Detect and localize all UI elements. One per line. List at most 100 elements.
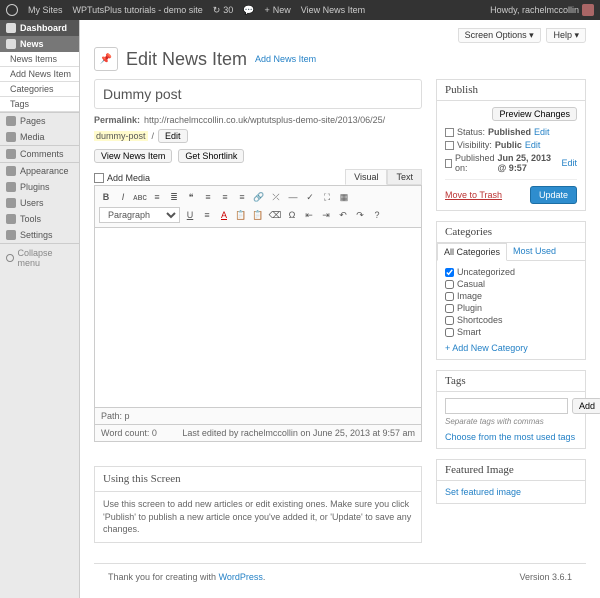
- align-left-icon[interactable]: ≡: [201, 190, 215, 204]
- fullscreen-icon[interactable]: ⛶: [320, 190, 334, 204]
- bold-icon[interactable]: B: [99, 190, 113, 204]
- sidebar-media[interactable]: Media: [0, 129, 79, 145]
- calendar-icon: [445, 159, 452, 168]
- comments-bubble[interactable]: 💬: [243, 5, 254, 16]
- charmap-icon[interactable]: Ω: [285, 208, 299, 222]
- category-item[interactable]: Shortcodes: [445, 315, 577, 325]
- category-checkbox[interactable]: [445, 304, 454, 313]
- howdy[interactable]: Howdy, rachelmccollin: [490, 4, 594, 16]
- sidebar-sub-categories[interactable]: Categories: [0, 82, 79, 97]
- category-checkbox[interactable]: [445, 268, 454, 277]
- undo-icon[interactable]: ↶: [336, 208, 350, 222]
- align-center-icon[interactable]: ≡: [218, 190, 232, 204]
- tag-input[interactable]: [445, 398, 568, 414]
- number-list-icon[interactable]: ≣: [167, 190, 181, 204]
- tags-box: Tags Add Separate tags with commas Choos…: [436, 370, 586, 449]
- format-select[interactable]: Paragraph: [99, 207, 180, 223]
- editor-body[interactable]: [94, 228, 422, 408]
- site-name[interactable]: WPTutsPlus tutorials - demo site: [73, 5, 203, 15]
- redo-icon[interactable]: ↷: [353, 208, 367, 222]
- preview-button[interactable]: Preview Changes: [492, 107, 577, 121]
- category-item[interactable]: Uncategorized: [445, 267, 577, 277]
- add-category-link[interactable]: + Add New Category: [445, 343, 577, 353]
- category-item[interactable]: Plugin: [445, 303, 577, 313]
- footer-wp-link[interactable]: WordPress: [219, 572, 263, 582]
- sidebar-news[interactable]: News: [0, 36, 79, 52]
- help-icon[interactable]: ?: [370, 208, 384, 222]
- add-new-link[interactable]: Add News Item: [255, 54, 316, 64]
- underline-icon[interactable]: U: [183, 208, 197, 222]
- set-featured-link[interactable]: Set featured image: [445, 487, 521, 497]
- category-checkbox[interactable]: [445, 328, 454, 337]
- edit-visibility-link[interactable]: Edit: [525, 140, 541, 150]
- clear-format-icon[interactable]: ⌫: [268, 208, 282, 222]
- featured-title[interactable]: Featured Image: [437, 460, 585, 480]
- link-icon[interactable]: 🔗: [252, 190, 266, 204]
- category-item[interactable]: Image: [445, 291, 577, 301]
- quote-icon[interactable]: ❝: [184, 190, 198, 204]
- sidebar-sub-add-news[interactable]: Add News Item: [0, 67, 79, 82]
- tags-title[interactable]: Tags: [437, 371, 585, 391]
- update-button[interactable]: Update: [530, 186, 577, 204]
- paste-text-icon[interactable]: 📋: [234, 208, 248, 222]
- sidebar-appearance[interactable]: Appearance: [0, 163, 79, 179]
- edit-slug-button[interactable]: Edit: [158, 129, 188, 143]
- unlink-icon[interactable]: ⤫: [269, 190, 283, 204]
- bullet-list-icon[interactable]: ≡: [150, 190, 164, 204]
- choose-tags-link[interactable]: Choose from the most used tags: [445, 432, 577, 442]
- more-icon[interactable]: —: [286, 190, 300, 204]
- sidebar-comments[interactable]: Comments: [0, 146, 79, 162]
- sidebar-users[interactable]: Users: [0, 195, 79, 211]
- sidebar-pages[interactable]: Pages: [0, 113, 79, 129]
- category-checkbox[interactable]: [445, 280, 454, 289]
- category-checkbox[interactable]: [445, 316, 454, 325]
- justify-icon[interactable]: ≡: [200, 208, 214, 222]
- collapse-menu[interactable]: Collapse menu: [0, 244, 79, 272]
- updates[interactable]: ↻ 30: [213, 5, 234, 16]
- kitchensink-icon[interactable]: ▦: [337, 190, 351, 204]
- help-tab[interactable]: Help ▾: [546, 28, 586, 43]
- editor-tab-visual[interactable]: Visual: [345, 169, 387, 185]
- edit-status-link[interactable]: Edit: [534, 127, 550, 137]
- sidebar-settings-label: Settings: [20, 230, 53, 240]
- my-sites[interactable]: My Sites: [28, 5, 63, 15]
- sidebar-sub-news-items[interactable]: News Items: [0, 52, 79, 67]
- publish-title[interactable]: Publish: [437, 80, 585, 100]
- category-item[interactable]: Smart: [445, 327, 577, 337]
- wp-menu[interactable]: [6, 4, 18, 16]
- add-tag-button[interactable]: Add: [572, 398, 600, 414]
- paste-word-icon[interactable]: 📋: [251, 208, 265, 222]
- permalink-slug[interactable]: dummy-post: [94, 131, 148, 141]
- italic-icon[interactable]: I: [116, 190, 130, 204]
- category-checkbox[interactable]: [445, 292, 454, 301]
- add-media-button[interactable]: Add Media: [94, 171, 150, 185]
- view-item-button[interactable]: View News Item: [94, 149, 172, 163]
- sidebar-tools[interactable]: Tools: [0, 211, 79, 227]
- help-box: Using this Screen Use this screen to add…: [94, 466, 422, 543]
- indent-icon[interactable]: ⇥: [319, 208, 333, 222]
- cat-tab-all[interactable]: All Categories: [437, 243, 507, 261]
- strike-icon[interactable]: ᴀʙᴄ: [133, 190, 147, 204]
- screen-options-tab[interactable]: Screen Options ▾: [458, 28, 541, 43]
- sidebar-settings[interactable]: Settings: [0, 227, 79, 243]
- spellcheck-icon[interactable]: ✓: [303, 190, 317, 204]
- sidebar-plugins[interactable]: Plugins: [0, 179, 79, 195]
- new-content[interactable]: + New: [265, 5, 291, 15]
- view-item[interactable]: View News Item: [301, 5, 365, 15]
- post-title-input[interactable]: [94, 79, 422, 109]
- move-to-trash-link[interactable]: Move to Trash: [445, 190, 502, 200]
- sidebar-pages-label: Pages: [20, 116, 46, 126]
- edit-date-link[interactable]: Edit: [561, 158, 577, 168]
- sidebar-dashboard[interactable]: Dashboard: [0, 20, 79, 36]
- get-shortlink-button[interactable]: Get Shortlink: [178, 149, 244, 163]
- sidebar-plugins-label: Plugins: [20, 182, 50, 192]
- align-right-icon[interactable]: ≡: [235, 190, 249, 204]
- editor-tab-text[interactable]: Text: [387, 169, 422, 185]
- help-box-body: Use this screen to add new articles or e…: [95, 491, 421, 542]
- category-item[interactable]: Casual: [445, 279, 577, 289]
- textcolor-icon[interactable]: A: [217, 208, 231, 222]
- cat-tab-used[interactable]: Most Used: [507, 243, 562, 260]
- outdent-icon[interactable]: ⇤: [302, 208, 316, 222]
- categories-title[interactable]: Categories: [437, 222, 585, 242]
- sidebar-sub-tags[interactable]: Tags: [0, 97, 79, 112]
